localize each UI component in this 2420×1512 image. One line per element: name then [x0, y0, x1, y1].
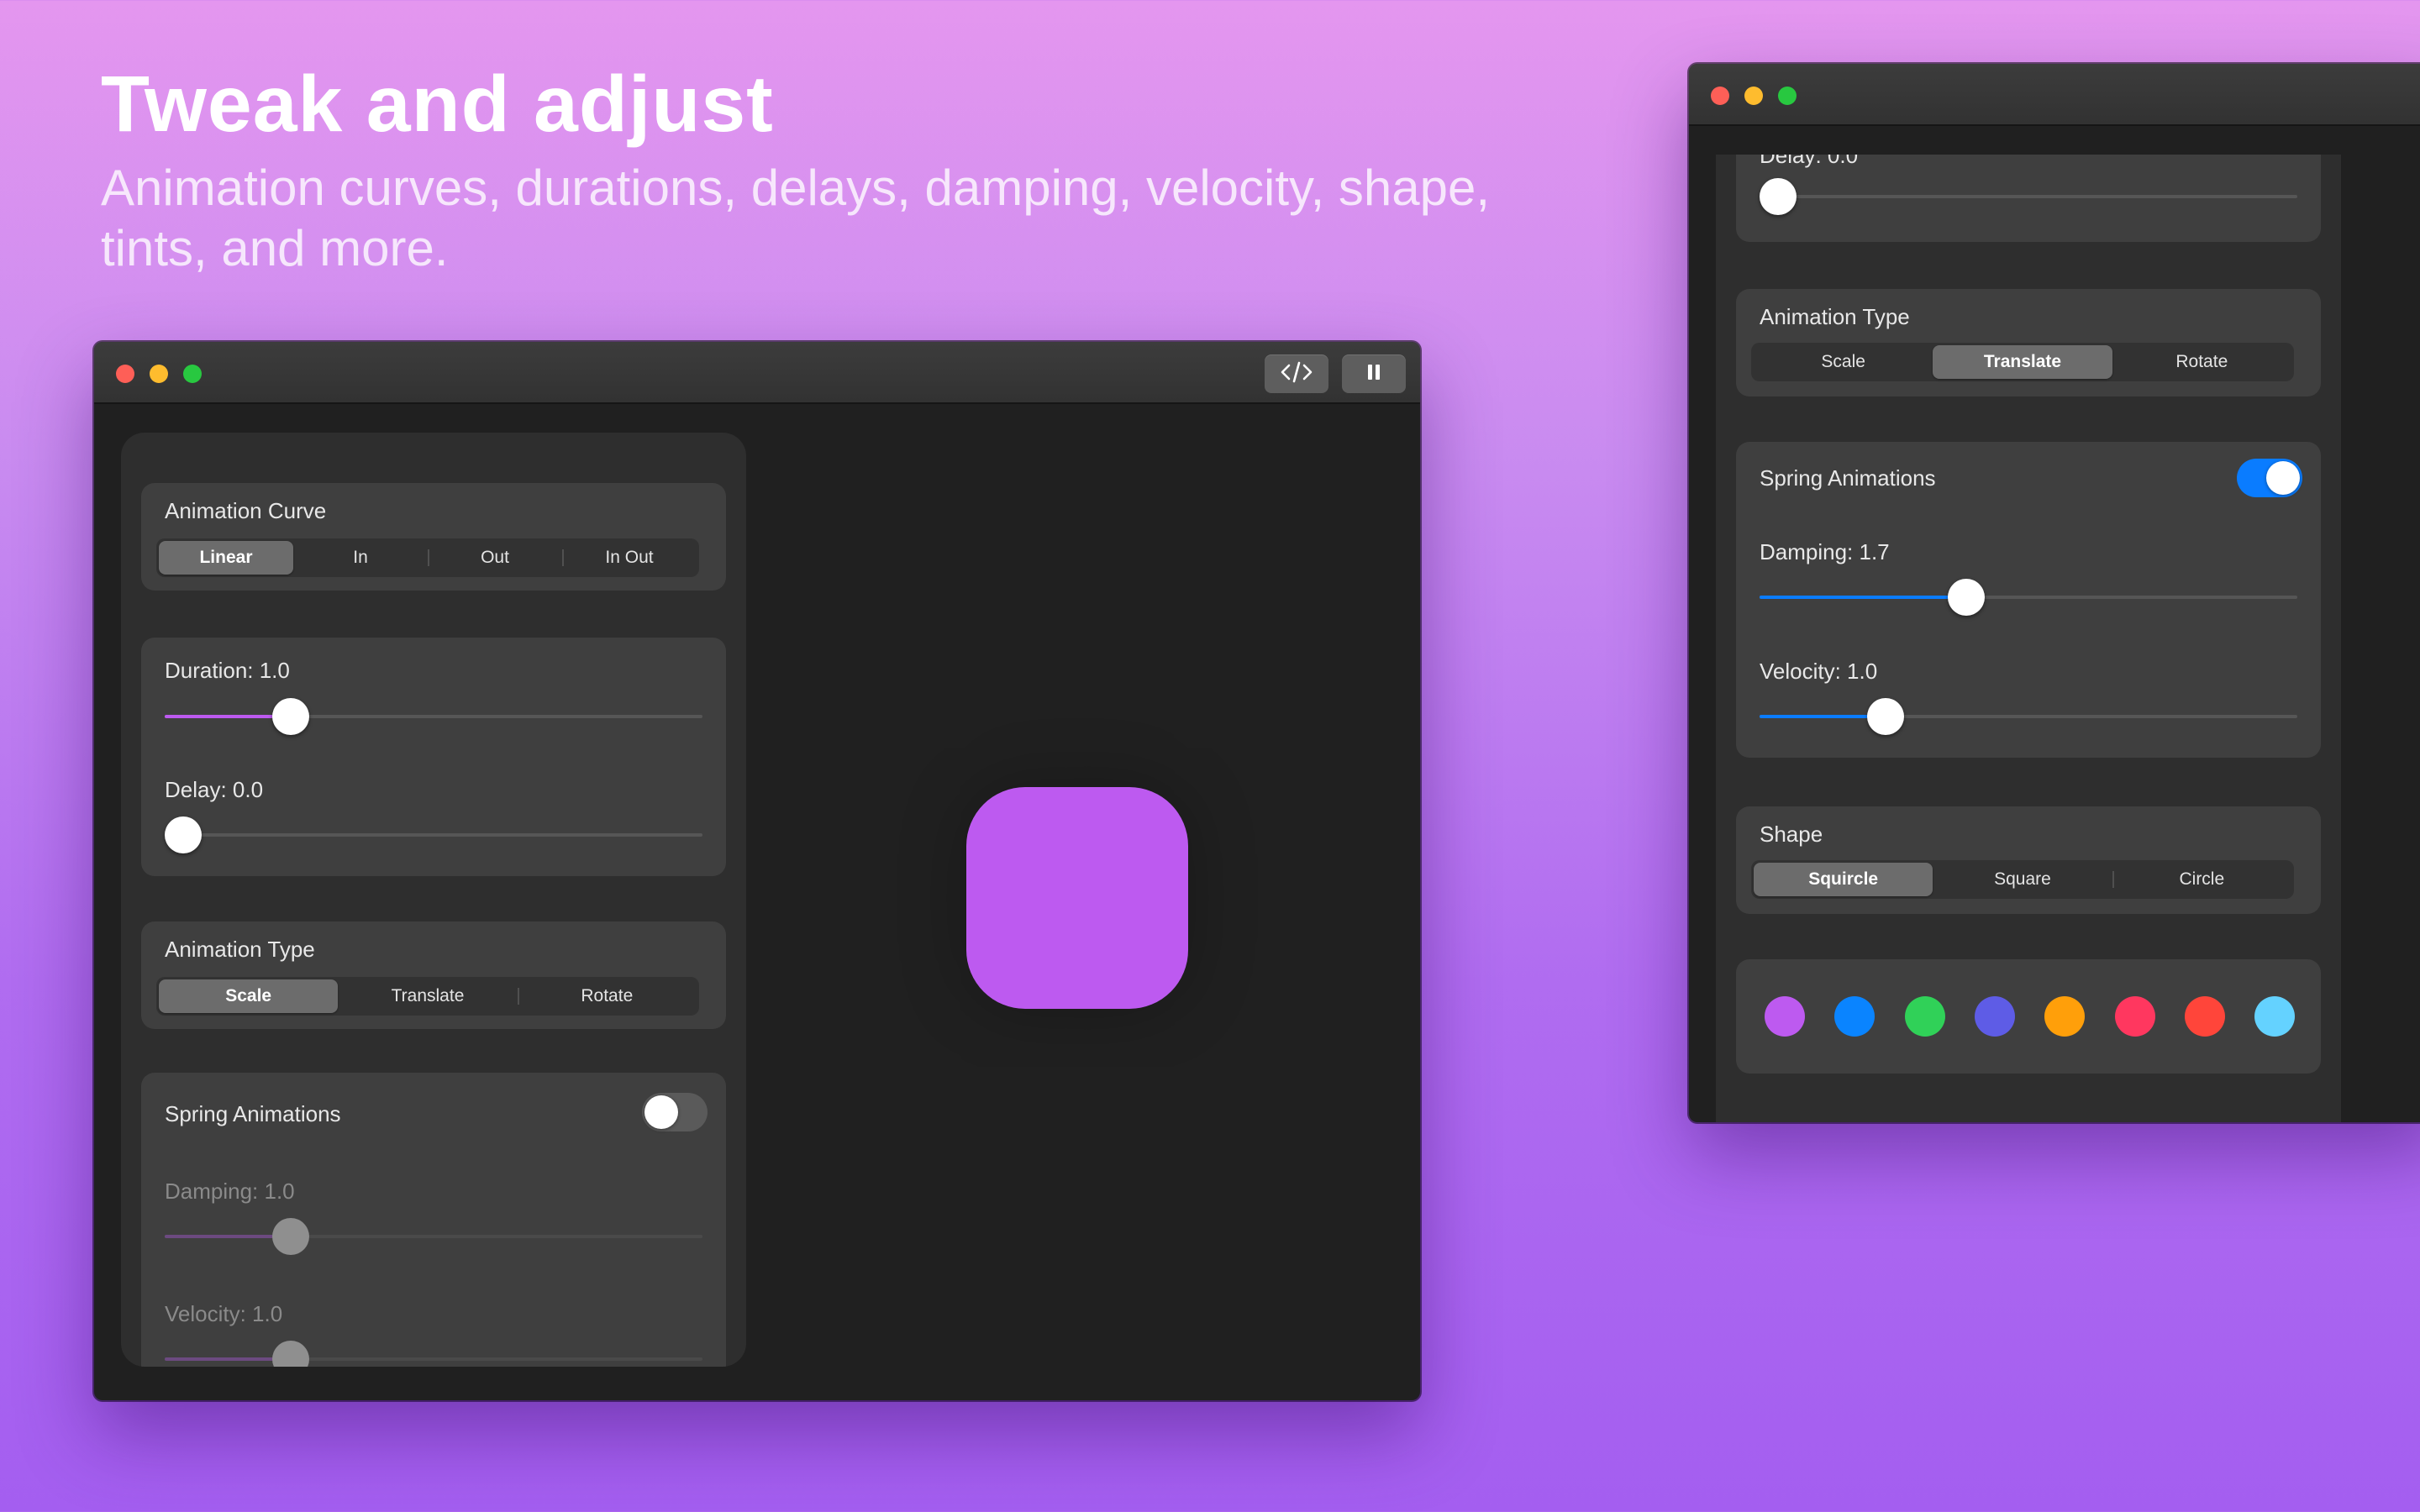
zoom-button[interactable] — [1778, 87, 1797, 105]
velocity-slider-thumb[interactable] — [1867, 698, 1904, 735]
secondary-window: Delay: 0.0 Animation Type Scale Translat… — [1689, 64, 2420, 1122]
animation-type-label: Animation Type — [1760, 304, 1910, 329]
animation-curve-card: Animation Curve Linear In Out In Out — [141, 483, 726, 591]
animation-type-card: Animation Type Scale Translate Rotate — [141, 921, 726, 1029]
delay-label: Delay: 0.0 — [1760, 155, 1859, 168]
close-button[interactable] — [1711, 87, 1729, 105]
animation-type-segmented-control: Scale Translate Rotate — [1751, 343, 2294, 381]
timing-card: Duration: 1.0 Delay: 0.0 — [141, 638, 726, 876]
settings-sidebar[interactable]: Delay: 0.0 Animation Type Scale Translat… — [1716, 155, 2341, 1122]
minimize-button[interactable] — [150, 365, 168, 383]
tint-swatch[interactable] — [2114, 996, 2155, 1037]
damping-slider-thumb[interactable] — [272, 1218, 309, 1255]
code-brackets-icon — [1280, 360, 1313, 388]
type-option-translate[interactable]: Translate — [1933, 345, 2112, 379]
duration-label: Duration: 1.0 — [165, 658, 290, 683]
delay-slider-track — [1760, 195, 2297, 198]
show-code-button[interactable] — [1265, 354, 1328, 393]
hero-title: Tweak and adjust — [101, 60, 774, 149]
damping-slider[interactable] — [165, 1215, 702, 1257]
damping-label: Damping: 1.7 — [1760, 539, 1890, 564]
velocity-slider[interactable] — [165, 1338, 702, 1367]
settings-sidebar[interactable]: Animation Curve Linear In Out In Out Dur… — [121, 433, 746, 1367]
zoom-button[interactable] — [183, 365, 202, 383]
toggle-knob — [2266, 461, 2300, 495]
pause-icon — [1365, 362, 1382, 386]
tint-color-card — [1736, 959, 2321, 1074]
sidebar-scroll-area[interactable]: Delay: 0.0 Animation Type Scale Translat… — [1689, 155, 2420, 1122]
spring-card: Spring Animations Damping: 1.7 Velocity:… — [1736, 442, 2321, 758]
hero-subtitle: Animation curves, durations, delays, dam… — [101, 160, 1491, 276]
type-option-scale[interactable]: Scale — [1754, 345, 1933, 379]
shape-card: Shape Squircle Square Circle — [1736, 806, 2321, 914]
damping-label: Damping: 1.0 — [165, 1179, 295, 1204]
minimize-button[interactable] — [1744, 87, 1763, 105]
shape-option-squircle[interactable]: Squircle — [1754, 863, 1933, 896]
pause-button[interactable] — [1342, 354, 1406, 393]
shape-option-circle[interactable]: Circle — [2112, 863, 2291, 896]
spring-animations-toggle[interactable] — [2237, 459, 2302, 497]
curve-option-in[interactable]: In — [293, 541, 428, 575]
damping-slider-thumb[interactable] — [1948, 579, 1985, 616]
duration-slider-thumb[interactable] — [272, 698, 309, 735]
animation-curve-segmented-control: Linear In Out In Out — [156, 538, 699, 577]
tint-swatch[interactable] — [1974, 996, 2015, 1037]
velocity-slider-thumb[interactable] — [272, 1341, 309, 1367]
shape-option-square[interactable]: Square — [1933, 863, 2112, 896]
animation-type-card: Animation Type Scale Translate Rotate — [1736, 289, 2321, 396]
tint-swatch[interactable] — [1765, 996, 1805, 1037]
main-window: Animation Curve Linear In Out In Out Dur… — [94, 342, 1420, 1400]
spring-animations-label: Spring Animations — [1760, 465, 1936, 491]
velocity-label: Velocity: 1.0 — [165, 1301, 283, 1326]
title-bar[interactable] — [1689, 64, 2420, 126]
title-bar[interactable] — [94, 342, 1420, 404]
curve-option-in-out[interactable]: In Out — [562, 541, 697, 575]
spring-animations-toggle[interactable] — [642, 1093, 708, 1131]
delay-slider-thumb[interactable] — [1760, 178, 1797, 215]
duration-slider[interactable] — [165, 696, 702, 738]
type-option-scale[interactable]: Scale — [159, 979, 339, 1013]
velocity-label: Velocity: 1.0 — [1760, 659, 1878, 684]
damping-slider-fill — [1760, 596, 1966, 599]
tint-swatch[interactable] — [2044, 996, 2086, 1037]
delay-slider[interactable] — [1760, 176, 2297, 218]
shape-label: Shape — [1760, 822, 1823, 847]
shape-segmented-control: Squircle Square Circle — [1751, 860, 2294, 899]
delay-slider[interactable] — [165, 814, 702, 856]
tint-swatch[interactable] — [1834, 996, 1876, 1037]
velocity-slider[interactable] — [1760, 696, 2297, 738]
delay-slider-track — [165, 833, 702, 837]
damping-slider[interactable] — [1760, 576, 2297, 618]
animation-curve-label: Animation Curve — [165, 498, 327, 523]
animation-type-segmented-control: Scale Translate Rotate — [156, 977, 699, 1016]
timing-card: Delay: 0.0 — [1736, 155, 2321, 242]
type-option-rotate[interactable]: Rotate — [517, 979, 697, 1013]
tint-swatch[interactable] — [2254, 996, 2296, 1037]
curve-option-linear[interactable]: Linear — [159, 541, 293, 575]
tint-swatch[interactable] — [2184, 996, 2225, 1037]
delay-label: Delay: 0.0 — [165, 777, 264, 802]
spring-card: Spring Animations Damping: 1.0 Velocity:… — [141, 1073, 726, 1367]
animation-preview-shape — [966, 787, 1188, 1009]
delay-slider-thumb[interactable] — [165, 816, 202, 853]
curve-option-out[interactable]: Out — [428, 541, 562, 575]
toggle-knob — [644, 1095, 678, 1129]
tint-swatch[interactable] — [1904, 996, 1945, 1037]
type-option-rotate[interactable]: Rotate — [2112, 345, 2291, 379]
type-option-translate[interactable]: Translate — [338, 979, 517, 1013]
spring-animations-label: Spring Animations — [165, 1101, 341, 1126]
close-button[interactable] — [116, 365, 134, 383]
animation-type-label: Animation Type — [165, 937, 315, 962]
